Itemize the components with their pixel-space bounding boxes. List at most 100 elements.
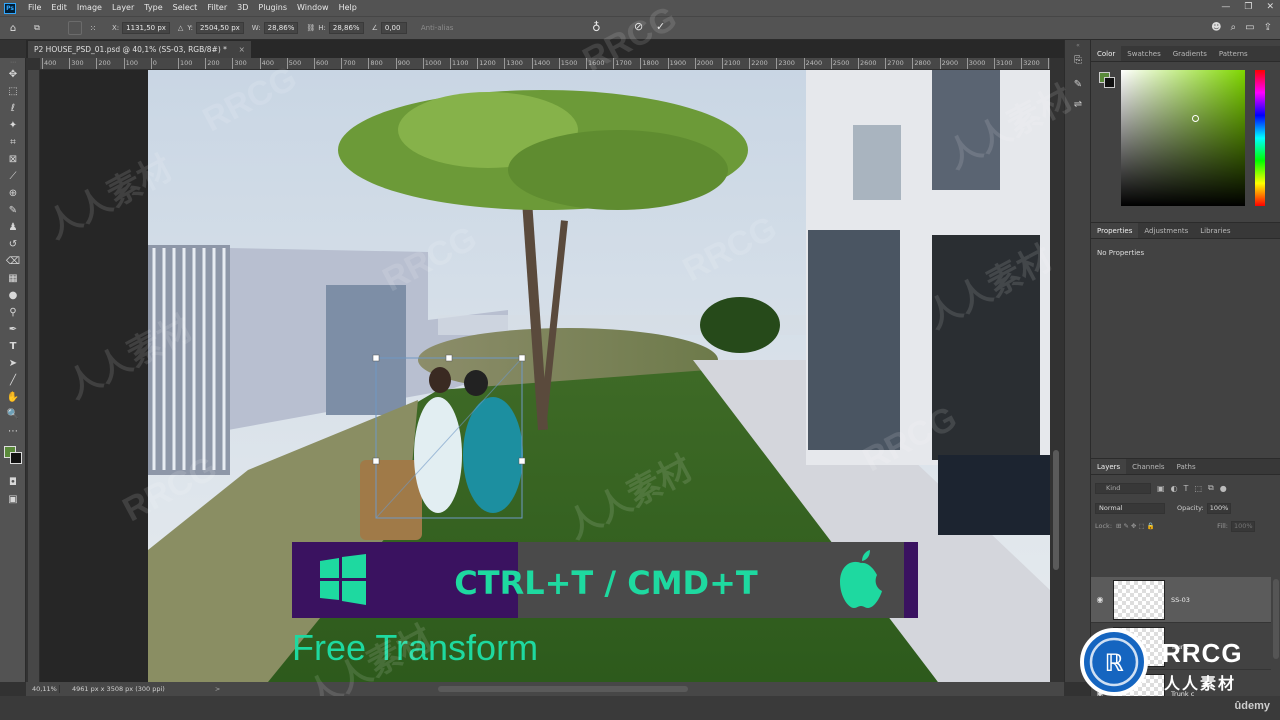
x-input[interactable]: 1131,50 px <box>122 22 170 34</box>
filter-toggle-icon[interactable]: ● <box>1220 484 1227 493</box>
color-background-swatch[interactable] <box>1104 77 1115 88</box>
photoshop-logo-icon[interactable]: Ps <box>4 2 16 14</box>
menu-item-image[interactable]: Image <box>72 0 107 16</box>
opacity-input[interactable]: 100% <box>1206 502 1231 514</box>
eyedropper-tool-icon[interactable]: ⟋ <box>0 168 26 185</box>
background-color-swatch[interactable] <box>10 452 22 464</box>
healing-brush-tool-icon[interactable]: ⊕ <box>0 185 26 202</box>
hand-tool-icon[interactable]: ✋ <box>0 389 26 406</box>
y-input[interactable]: 2504,50 px <box>196 22 244 34</box>
quick-mask-icon[interactable]: ◘ <box>0 474 26 491</box>
lasso-tool-icon[interactable]: ℓ <box>0 100 26 117</box>
visibility-eye-icon[interactable]: ◉ <box>1091 595 1109 604</box>
menu-item-filter[interactable]: Filter <box>202 0 232 16</box>
menu-item-3d[interactable]: 3D <box>232 0 253 16</box>
tab-properties[interactable]: Properties <box>1091 223 1139 238</box>
restore-button[interactable]: ❐ <box>1244 0 1252 14</box>
filter-adjustment-icon[interactable]: ◐ <box>1171 484 1178 493</box>
zoom-level[interactable]: 40,11% <box>26 685 60 693</box>
menu-item-layer[interactable]: Layer <box>107 0 139 16</box>
blend-mode-select[interactable]: Normal <box>1095 502 1165 514</box>
screen-mode-icon[interactable]: ▣ <box>0 491 26 508</box>
vertical-ruler[interactable] <box>28 70 40 682</box>
lock-icons[interactable]: ⊞ ✎ ✥ ⬚ 🔒 <box>1116 522 1155 530</box>
tab-patterns[interactable]: Patterns <box>1213 46 1254 61</box>
tab-libraries[interactable]: Libraries <box>1194 223 1236 238</box>
vertical-scrollbar[interactable] <box>1052 70 1060 682</box>
close-window-button[interactable]: ✕ <box>1266 0 1274 14</box>
adjustments-panel-icon[interactable]: ⇌ <box>1065 94 1091 114</box>
horizontal-scroll-thumb[interactable] <box>438 686 688 692</box>
menu-item-help[interactable]: Help <box>334 0 362 16</box>
menu-item-window[interactable]: Window <box>292 0 334 16</box>
dodge-tool-icon[interactable]: ⚲ <box>0 304 26 321</box>
more-tools-icon[interactable]: ⋯ <box>0 423 26 440</box>
menu-item-file[interactable]: File <box>23 0 46 16</box>
layer-name[interactable]: SS-03 <box>1171 596 1190 604</box>
filter-type-icon[interactable]: T <box>1184 484 1189 493</box>
horizontal-ruler[interactable]: 400 300 200 100 0 100 200 300 400 500 600 700 800 900… <box>40 58 1050 70</box>
line-tool-icon[interactable]: ╱ <box>0 372 26 389</box>
color-swatches[interactable] <box>0 440 25 474</box>
canvas-area[interactable]: CTRL+T / CMD+T Free Transform <box>40 70 1050 682</box>
marquee-tool-icon[interactable]: ⬚ <box>0 83 26 100</box>
search-icon[interactable]: ⌕ <box>1231 22 1237 33</box>
filter-pixel-icon[interactable]: ▣ <box>1157 484 1165 493</box>
share-icon[interactable]: ☻ <box>1211 22 1221 33</box>
minimize-button[interactable]: — <box>1221 0 1230 14</box>
tab-channels[interactable]: Channels <box>1126 459 1170 474</box>
tab-color[interactable]: Color <box>1091 46 1122 61</box>
color-picker-cursor[interactable] <box>1192 115 1199 122</box>
panel-collapse-icon[interactable]: « <box>1065 40 1091 50</box>
hue-slider[interactable] <box>1255 70 1265 206</box>
warp-icon[interactable]: ♁ <box>592 20 601 34</box>
home-icon[interactable]: ⌂ <box>6 21 20 35</box>
zoom-tool-icon[interactable]: 🔍 <box>0 406 26 423</box>
color-picker-field[interactable] <box>1121 70 1245 206</box>
reference-point-checkbox[interactable] <box>68 21 82 35</box>
frame-tool-icon[interactable]: ⊠ <box>0 151 26 168</box>
blur-tool-icon[interactable]: ● <box>0 287 26 304</box>
filter-smart-object-icon[interactable]: ⧉ <box>1208 483 1214 493</box>
tab-layers[interactable]: Layers <box>1091 459 1127 474</box>
w-input[interactable]: 28,86% <box>263 22 299 34</box>
vertical-scroll-thumb[interactable] <box>1053 450 1059 570</box>
cancel-transform-button[interactable]: ⊘ <box>634 20 643 33</box>
path-selection-tool-icon[interactable]: ➤ <box>0 355 26 372</box>
pen-tool-icon[interactable]: ✒ <box>0 321 26 338</box>
menu-item-edit[interactable]: Edit <box>46 0 72 16</box>
reference-point-icon[interactable]: ⁙ <box>86 21 100 35</box>
move-tool-icon[interactable]: ✥ <box>0 66 26 83</box>
tab-paths[interactable]: Paths <box>1171 459 1202 474</box>
angle-input[interactable]: 0,00 <box>380 22 407 34</box>
menu-item-plugins[interactable]: Plugins <box>253 0 292 16</box>
eraser-tool-icon[interactable]: ⌫ <box>0 253 26 270</box>
tab-swatches[interactable]: Swatches <box>1121 46 1166 61</box>
magic-wand-tool-icon[interactable]: ✦ <box>0 117 26 134</box>
close-tab-icon[interactable]: × <box>239 41 245 58</box>
history-brush-tool-icon[interactable]: ↺ <box>0 236 26 253</box>
status-arrow-icon[interactable]: > <box>215 685 220 693</box>
document-tab[interactable]: P2 HOUSE_PSD_01.psd @ 40,1% (SS-03, RGB/… <box>28 41 251 58</box>
fill-input[interactable]: 100% <box>1231 520 1255 532</box>
gradient-tool-icon[interactable]: ▦ <box>0 270 26 287</box>
clone-stamp-tool-icon[interactable]: ♟ <box>0 219 26 236</box>
h-input[interactable]: 28,86% <box>328 22 364 34</box>
workspace-icon[interactable]: ▭ <box>1245 22 1254 33</box>
menu-item-select[interactable]: Select <box>168 0 203 16</box>
layer-kind-filter[interactable]: Kind <box>1095 482 1151 494</box>
commit-transform-button[interactable]: ✓ <box>656 20 665 33</box>
brush-tool-icon[interactable]: ✎ <box>0 202 26 219</box>
crop-tool-icon[interactable]: ⌗ <box>0 134 26 151</box>
history-panel-icon[interactable]: ⎘ <box>1065 50 1091 70</box>
link-icon[interactable]: ⛓ <box>306 24 315 32</box>
type-tool-icon[interactable]: T <box>0 338 26 355</box>
toolbar-grip-icon[interactable]: ⋯ <box>0 58 26 66</box>
delta-icon[interactable]: △ <box>178 24 183 32</box>
filter-shape-icon[interactable]: ⬚ <box>1194 484 1202 493</box>
tab-gradients[interactable]: Gradients <box>1167 46 1213 61</box>
brush-settings-icon[interactable]: ✎ <box>1065 74 1091 94</box>
share-button-icon[interactable]: ⇪ <box>1264 22 1272 33</box>
layer-row[interactable]: ◉ SS-03 <box>1091 577 1271 623</box>
menu-item-type[interactable]: Type <box>139 0 167 16</box>
